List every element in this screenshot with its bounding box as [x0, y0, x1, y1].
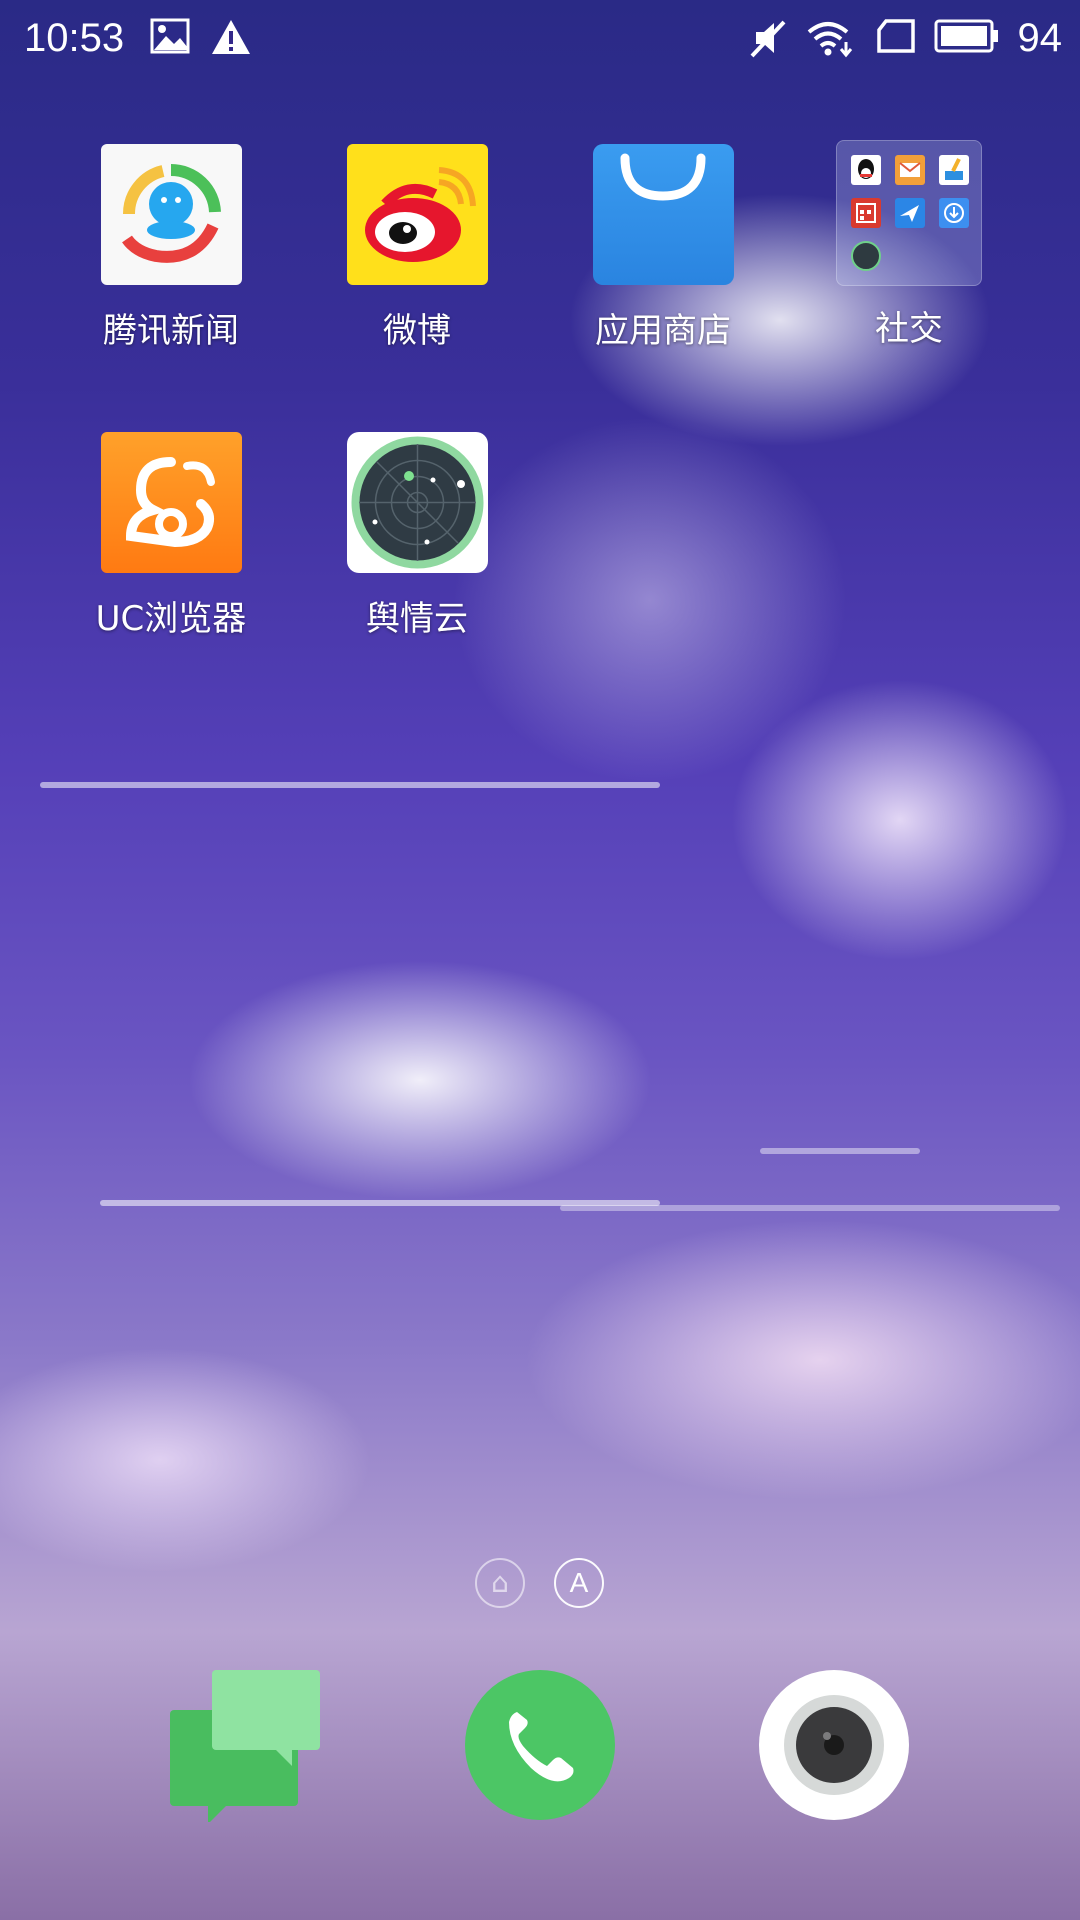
image-icon — [150, 18, 190, 58]
cleaner-icon — [939, 155, 969, 185]
download-icon — [939, 198, 969, 228]
mute-icon — [748, 18, 788, 62]
folder-social[interactable]: 社交 — [786, 140, 1032, 349]
status-bar: 10:53 94 — [0, 0, 1080, 76]
qq-icon — [851, 155, 881, 185]
dock-camera-button[interactable] — [759, 1670, 909, 1824]
sim-card-icon — [876, 18, 916, 58]
dock-messages-button[interactable] — [170, 1670, 322, 1826]
home-icon: ⌂ — [491, 1566, 509, 1599]
wallpaper-cloud-streak — [40, 782, 660, 788]
page-indicator-home[interactable]: ⌂ — [475, 1558, 525, 1608]
page-indicator-current[interactable]: A — [554, 1558, 604, 1608]
weibo-icon — [346, 144, 488, 285]
tencent-news-icon — [100, 144, 242, 285]
wallpaper-cloud-streak — [760, 1148, 920, 1154]
wallpaper-cloud-streak — [560, 1205, 1060, 1211]
app-label: 社交 — [875, 309, 943, 349]
radar-icon — [346, 432, 488, 573]
camera-icon — [759, 1670, 909, 1820]
phone-icon — [465, 1670, 615, 1820]
battery-level: 94 — [1017, 16, 1063, 60]
mail-icon — [895, 155, 925, 185]
page-indicator-letter: A — [569, 1567, 589, 1598]
app-tencent-news[interactable]: 腾讯新闻 — [48, 144, 294, 351]
home-screen: 10:53 94 腾讯新闻 微博 应用商店 社交 UC浏览器 舆情云 ⌂ A — [0, 0, 1080, 1920]
app-uc-browser[interactable]: UC浏览器 — [48, 432, 294, 639]
app-label: 腾讯新闻 — [103, 311, 239, 351]
app-yuqingyun[interactable]: 舆情云 — [294, 432, 540, 639]
dock-phone-button[interactable] — [465, 1670, 615, 1824]
app-label: UC浏览器 — [95, 599, 247, 639]
calendar-icon — [851, 198, 881, 228]
app-label: 微博 — [383, 311, 451, 351]
app-store-icon — [592, 144, 734, 285]
app-weibo[interactable]: 微博 — [294, 144, 540, 351]
app-store[interactable]: 应用商店 — [540, 144, 786, 351]
warning-icon — [210, 18, 252, 60]
app-label: 舆情云 — [366, 599, 468, 639]
folder-icon — [836, 140, 982, 286]
chat-bubbles-icon — [170, 1670, 320, 1824]
radar-mini-icon — [851, 241, 881, 271]
bird-icon — [895, 198, 925, 228]
status-time: 10:53 — [24, 16, 125, 60]
uc-browser-icon — [100, 432, 242, 573]
app-label: 应用商店 — [595, 311, 731, 351]
wifi-icon — [806, 18, 856, 62]
battery-icon — [934, 18, 1000, 58]
